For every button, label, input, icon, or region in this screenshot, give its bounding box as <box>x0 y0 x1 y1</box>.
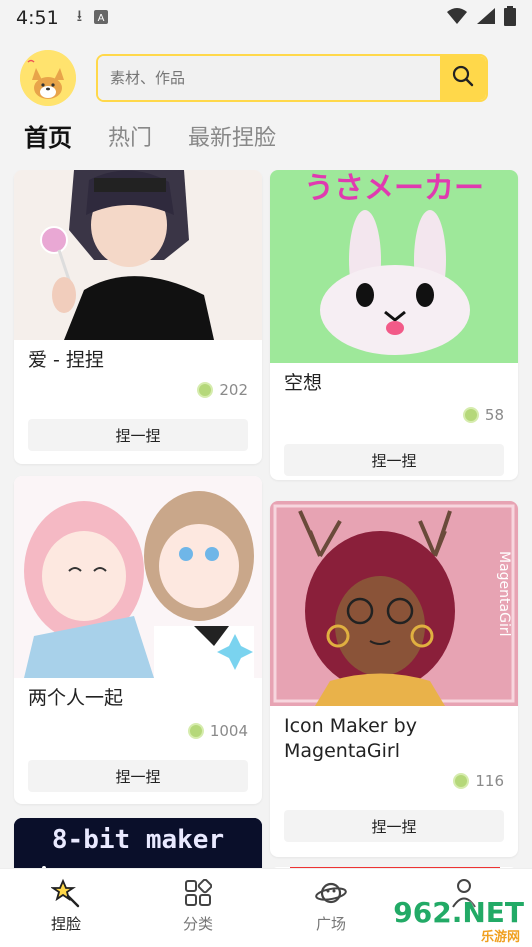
card-image <box>14 476 262 678</box>
nav-pinch-face[interactable]: 捏脸 <box>26 877 106 934</box>
pinch-button[interactable]: 捏一捏 <box>284 810 504 842</box>
nav-label: 分类 <box>182 915 213 933</box>
card-image-text: うさメーカー <box>304 171 484 206</box>
card-coin-count: 58 <box>462 406 504 424</box>
grid-icon <box>158 877 238 909</box>
feed-grid: 爱 - 捏捏 202 捏一捏 うさメーカー 空想 58 捏一捏 两个人一起 10… <box>0 170 532 870</box>
card-item[interactable]: 8-bit maker <box>14 818 262 870</box>
card-title: 两个人一起 <box>28 687 124 709</box>
status-bar: 4:51 ⭳ A <box>0 0 532 36</box>
battery-icon <box>504 5 516 31</box>
status-time: 4:51 <box>16 7 59 29</box>
card-item[interactable]: 两个人一起 1004 捏一捏 <box>14 476 262 804</box>
watermark-sub: 乐游网 <box>480 930 520 945</box>
card-title: 空想 <box>284 372 323 394</box>
nav-square[interactable]: 广场 <box>291 877 371 934</box>
card-coin-count: 116 <box>453 772 504 790</box>
nav-label: 广场 <box>315 915 346 933</box>
svg-text:A: A <box>98 13 105 24</box>
coin-icon <box>197 382 214 398</box>
coin-count-value: 1004 <box>209 722 248 740</box>
coin-icon <box>453 773 470 789</box>
search-icon <box>452 65 474 91</box>
card-coin-count: 202 <box>197 381 248 399</box>
card-item[interactable]: MagentaGirl Icon Maker by MagentaGirl 11… <box>270 501 518 857</box>
watermark-text: 962.NET <box>393 896 524 929</box>
card-image-text: 8-bit maker <box>52 825 224 855</box>
coin-icon <box>187 723 204 739</box>
card-image-text: MagentaGirl <box>496 551 512 636</box>
star-wand-icon <box>26 877 106 909</box>
tab-hot[interactable]: 热门 <box>108 120 152 152</box>
app-root: { "status_bar": {"time": "4:51"}, "searc… <box>0 0 532 947</box>
pinch-button[interactable]: 捏一捏 <box>284 444 504 476</box>
tab-home[interactable]: 首页 <box>24 118 72 153</box>
card-item[interactable]: うさメーカー 空想 58 捏一捏 <box>270 170 518 480</box>
tab-bar: 首页 热门 最新捏脸 <box>24 118 276 153</box>
watermark-logo: 962.NET 乐游网 <box>393 896 524 945</box>
search-button[interactable] <box>440 56 486 100</box>
card-image: MagentaGirl <box>270 501 518 706</box>
card-title: Icon Maker by MagentaGirl <box>284 715 417 762</box>
coin-count-value: 202 <box>219 381 248 399</box>
pinch-button[interactable]: 捏一捏 <box>28 760 248 792</box>
nav-category[interactable]: 分类 <box>158 877 238 934</box>
card-image <box>14 170 262 340</box>
coin-count-value: 116 <box>475 772 504 790</box>
planet-icon <box>291 877 371 909</box>
nav-label: 捏脸 <box>50 915 81 933</box>
card-item[interactable]: 爱 - 捏捏 202 捏一捏 <box>14 170 262 464</box>
app-a-icon: A <box>94 9 109 28</box>
search-bar[interactable] <box>96 54 488 102</box>
card-image: 8-bit maker <box>14 818 262 870</box>
download-icon: ⭳ <box>76 5 83 25</box>
search-input[interactable] <box>98 56 440 100</box>
coin-icon <box>462 407 479 423</box>
coin-count-value: 58 <box>484 406 504 424</box>
signal-icon <box>476 7 496 30</box>
pinch-button[interactable]: 捏一捏 <box>28 419 248 451</box>
card-coin-count: 1004 <box>187 722 248 740</box>
tab-latest[interactable]: 最新捏脸 <box>188 120 276 152</box>
card-title: 爱 - 捏捏 <box>28 349 104 371</box>
user-avatar[interactable] <box>20 50 76 106</box>
wifi-icon <box>446 7 468 30</box>
card-image: うさメーカー <box>270 170 518 363</box>
